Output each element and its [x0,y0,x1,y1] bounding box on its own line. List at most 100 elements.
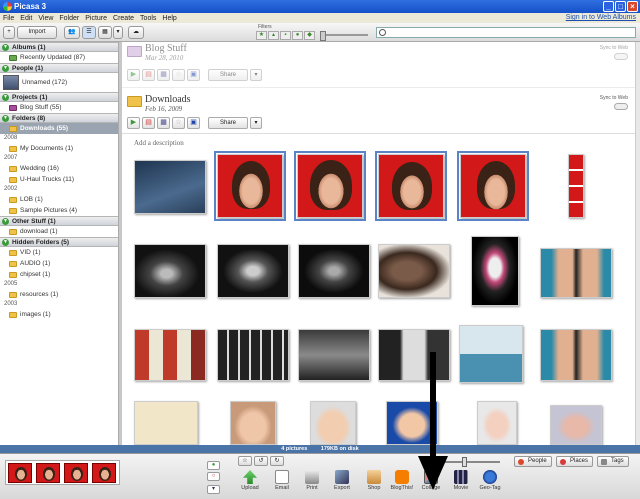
photo-thumbnail[interactable] [134,160,206,214]
photo-thumbnail[interactable] [310,401,356,445]
photo-thumbnail[interactable] [214,151,286,221]
clear-tray-icon[interactable]: ○ [207,472,220,481]
menu-help[interactable]: Help [162,15,176,22]
sidebar-item-recently-updated[interactable]: Recently Updated (87) [0,52,118,63]
minimize-button[interactable]: _ [603,1,614,12]
uploaded-filter-icon[interactable]: ▴ [268,30,279,40]
selected-photos-tray[interactable] [5,460,120,485]
sign-in-link[interactable]: Sign in to Web Albums [566,14,636,21]
menu-folder[interactable]: Folder [59,15,79,22]
close-button[interactable]: × [627,1,638,12]
sidebar-item-audio[interactable]: AUDIO (1) [0,258,118,269]
upload-button[interactable]: Upload [238,470,262,491]
sidebar-item-uhaul-trucks[interactable]: U-Haul Trucks (11) [0,174,118,185]
photo-thumbnail[interactable] [378,244,450,298]
photo-thumbnail[interactable] [375,151,447,221]
sidebar-item-download[interactable]: download (1) [0,226,118,237]
add-folder-icon[interactable]: + [3,26,15,39]
export-button[interactable]: Export [330,470,354,491]
collage-icon[interactable]: ▤ [142,69,155,81]
search-input[interactable] [376,27,636,38]
star-icon[interactable]: ☆ [172,117,185,129]
collapse-icon[interactable]: ▼ [2,115,9,122]
photo-thumbnail[interactable] [134,244,206,298]
sidebar-item-images[interactable]: images (1) [0,309,118,320]
sidebar-item-wedding[interactable]: Wedding (16) [0,163,118,174]
save-icon[interactable]: ▣ [187,69,200,81]
date-filter-slider[interactable] [320,31,368,41]
photo-thumbnail[interactable] [457,151,529,221]
albums-section-header[interactable]: ▼ Albums (1) [0,42,118,52]
hidden-folders-section-header[interactable]: ▼ Hidden Folders (5) [0,237,118,247]
sync-toggle[interactable] [614,53,628,60]
menu-view[interactable]: View [38,15,53,22]
blogthis-button[interactable]: BlogThis! [390,470,414,491]
tray-menu-icon[interactable]: ▾ [207,485,220,494]
photo-thumbnail[interactable] [217,244,289,298]
share-dropdown-icon[interactable]: ▾ [250,117,262,129]
people-panel-button[interactable]: People [514,456,552,467]
star-icon[interactable]: ☆ [172,69,185,81]
photo-thumbnail[interactable] [294,151,366,221]
sidebar-item-downloads[interactable]: Downloads (55) [0,123,118,134]
collapse-icon[interactable]: ▼ [2,218,9,225]
photo-thumbnail[interactable] [550,405,602,445]
photo-thumbnail[interactable] [540,248,612,298]
collapse-icon[interactable]: ▼ [2,65,9,72]
projects-section-header[interactable]: ▼ Projects (1) [0,92,118,102]
people-section-header[interactable]: ▼ People (1) [0,63,118,73]
share-button[interactable]: Share [208,69,248,81]
photo-thumbnail[interactable] [134,329,206,381]
hold-icon[interactable]: ● [207,461,220,470]
photo-thumbnail[interactable] [471,236,519,306]
photo-thumbnail[interactable] [298,244,370,298]
shop-button[interactable]: Shop [362,470,386,491]
sidebar-item-resources[interactable]: resources (1) [0,289,118,300]
photo-thumbnail[interactable] [477,401,517,445]
menu-create[interactable]: Create [113,15,134,22]
vertical-scrollbar[interactable] [635,42,640,445]
save-icon[interactable]: ▣ [187,117,200,129]
maximize-button[interactable]: □ [615,1,626,12]
email-button[interactable]: Email [270,470,294,491]
photo-thumbnail[interactable] [134,401,198,445]
photo-thumbnail[interactable] [217,329,289,381]
grid-view-icon[interactable]: ▦ [98,26,112,39]
photo-thumbnail[interactable] [230,401,276,445]
collage-icon[interactable]: ▤ [142,117,155,129]
geotag-filter-icon[interactable]: ◆ [304,30,315,40]
rotate-right-icon[interactable]: ↻ [270,456,284,466]
other-stuff-section-header[interactable]: ▼ Other Stuff (1) [0,216,118,226]
photo-thumbnail[interactable] [540,329,612,381]
people-filter-icon[interactable]: ● [292,30,303,40]
sidebar-item-unnamed[interactable]: Unnamed (172) [0,73,118,92]
sidebar-item-my-documents[interactable]: My Documents (1) [0,143,118,154]
movie-icon[interactable]: ▦ [157,117,170,129]
collapse-icon[interactable]: ▼ [2,239,9,246]
menu-file[interactable]: File [3,15,14,22]
slider-handle[interactable] [462,457,467,467]
tray-thumbnail[interactable] [36,463,60,483]
collapse-icon[interactable]: ▼ [2,94,9,101]
places-panel-button[interactable]: Places [556,456,594,467]
movie-icon[interactable]: ▦ [157,69,170,81]
geotag-button[interactable]: Geo-Tag [478,470,502,491]
share-button[interactable]: Share [208,117,248,129]
sidebar-item-vid[interactable]: VID (1) [0,247,118,258]
movie-button[interactable]: Movie [449,470,473,491]
tray-thumbnail[interactable] [64,463,88,483]
print-button[interactable]: Print [300,470,324,491]
photo-thumbnail[interactable] [298,329,370,381]
starred-filter-icon[interactable]: ★ [256,30,267,40]
list-view-icon[interactable]: ☰ [82,26,96,39]
menu-picture[interactable]: Picture [85,15,107,22]
star-icon[interactable]: ☆ [238,456,252,466]
menu-tools[interactable]: Tools [140,15,156,22]
photo-strip-thumbnail[interactable] [568,154,584,218]
album-description-field[interactable]: Add a description [134,139,184,147]
menu-edit[interactable]: Edit [20,15,32,22]
movie-filter-icon[interactable]: ▪ [280,30,291,40]
slideshow-button[interactable]: ▶ [127,69,140,81]
sidebar-item-lob[interactable]: LOB (1) [0,194,118,205]
sidebar-item-blog-stuff[interactable]: Blog Stuff (55) [0,102,118,113]
